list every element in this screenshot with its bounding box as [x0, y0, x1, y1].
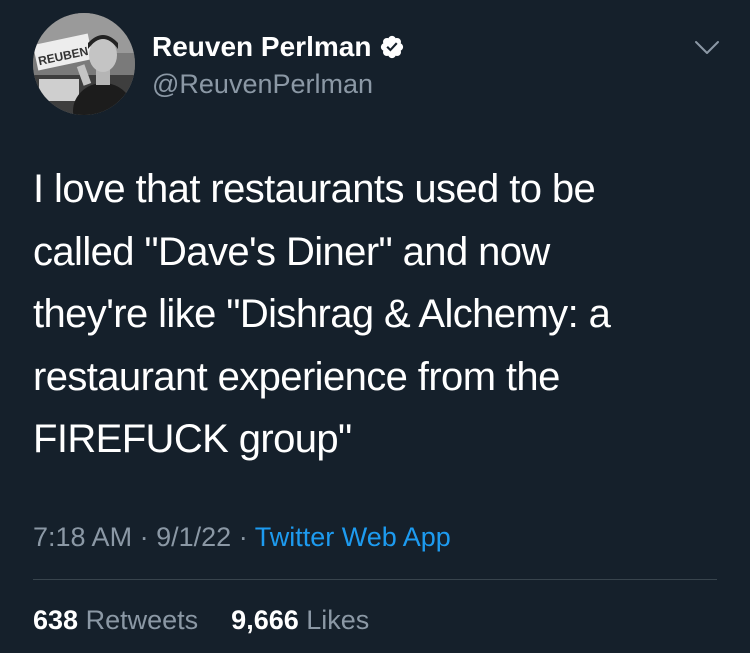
avatar[interactable]: REUBEN [33, 13, 135, 115]
tweet-source-link[interactable]: Twitter Web App [255, 522, 451, 552]
author-handle[interactable]: @ReuvenPerlman [152, 68, 373, 100]
likes-label: Likes [306, 605, 370, 635]
tweet-meta: 7:18 AM · 9/1/22 · Twitter Web App [33, 520, 451, 554]
verified-badge-icon [381, 35, 404, 59]
author-name-text: Reuven Perlman [152, 31, 372, 62]
retweets-stat[interactable]: 638 Retweets [33, 605, 206, 635]
retweets-count: 638 [33, 605, 79, 635]
author-name[interactable]: Reuven Perlman [152, 30, 405, 64]
tweet-date[interactable]: 9/1/22 [156, 522, 231, 552]
avatar-photo: REUBEN [33, 13, 135, 115]
tweet-card: REUBEN Reuven Perlman @ReuvenPerlman I l… [0, 0, 750, 653]
chevron-down-icon[interactable] [690, 34, 724, 60]
meta-separator: · [139, 522, 149, 552]
likes-stat[interactable]: 9,666 Likes [231, 605, 369, 635]
likes-count: 9,666 [231, 605, 299, 635]
tweet-time[interactable]: 7:18 AM [33, 522, 132, 552]
meta-separator: · [238, 522, 248, 552]
tweet-stats: 638 Retweets 9,666 Likes [33, 603, 369, 637]
retweets-label: Retweets [85, 605, 199, 635]
divider [33, 579, 717, 580]
tweet-text: I love that restaurants used to be calle… [33, 167, 611, 461]
